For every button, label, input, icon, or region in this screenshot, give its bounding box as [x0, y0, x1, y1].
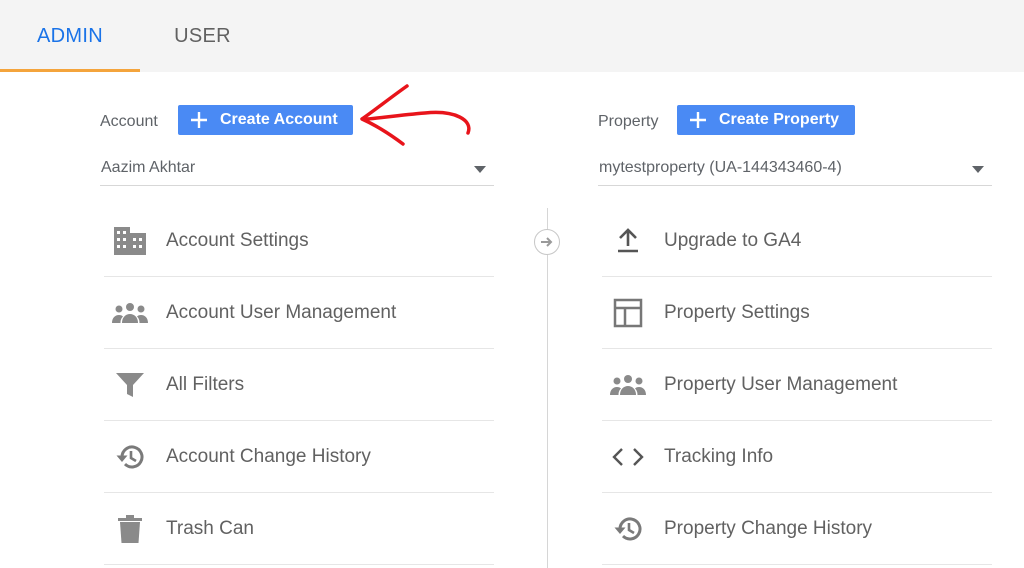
create-property-button[interactable]: Create Property — [677, 105, 855, 135]
menu-item-label: Account User Management — [166, 301, 397, 323]
menu-item-label: Property Settings — [664, 301, 810, 323]
upload-icon — [610, 223, 646, 259]
property-user-management-item[interactable]: Property User Management — [602, 349, 992, 421]
account-selector[interactable]: Aazim Akhtar — [100, 156, 494, 186]
property-change-history-item[interactable]: Property Change History — [602, 493, 992, 565]
menu-item-label: Trash Can — [166, 517, 254, 539]
create-account-label: Create Account — [220, 111, 338, 128]
all-filters-item[interactable]: All Filters — [104, 349, 494, 421]
arrow-right-circle-icon[interactable] — [534, 229, 560, 255]
property-settings-item[interactable]: Property Settings — [602, 277, 992, 349]
layout-icon — [610, 295, 646, 331]
column-divider — [547, 208, 548, 568]
property-header-label: Property — [598, 113, 659, 130]
menu-item-label: Property User Management — [664, 373, 898, 395]
history-icon — [112, 439, 148, 475]
tab-user[interactable]: USER — [140, 0, 265, 72]
code-icon — [610, 439, 646, 475]
menu-item-label: Account Change History — [166, 445, 371, 467]
chevron-down-icon — [474, 166, 486, 173]
account-menu: Account Settings Account User Management… — [104, 205, 494, 565]
account-user-management-item[interactable]: Account User Management — [104, 277, 494, 349]
account-change-history-item[interactable]: Account Change History — [104, 421, 494, 493]
create-property-label: Create Property — [719, 111, 840, 128]
menu-item-label: All Filters — [166, 373, 245, 395]
building-icon — [112, 223, 148, 259]
menu-item-label: Property Change History — [664, 517, 873, 539]
tracking-info-item[interactable]: Tracking Info — [602, 421, 992, 493]
property-selected-value: mytestproperty (UA-144343460-4) — [599, 159, 842, 176]
account-settings-item[interactable]: Account Settings — [104, 205, 494, 277]
account-selected-value: Aazim Akhtar — [101, 159, 196, 176]
menu-item-label: Upgrade to GA4 — [664, 229, 802, 251]
menu-item-label: Tracking Info — [664, 445, 774, 467]
trash-can-item[interactable]: Trash Can — [104, 493, 494, 565]
tab-admin[interactable]: ADMIN — [0, 0, 140, 72]
plus-icon — [690, 112, 706, 128]
history-icon — [610, 511, 646, 547]
menu-item-label: Account Settings — [166, 229, 309, 251]
upgrade-to-ga4-item[interactable]: Upgrade to GA4 — [602, 205, 992, 277]
filter-icon — [112, 367, 148, 403]
property-column: Property Create Property mytestproperty … — [598, 72, 992, 568]
trash-icon — [112, 511, 148, 547]
tab-bar: ADMIN USER — [0, 0, 1024, 72]
people-icon — [610, 367, 646, 403]
property-selector[interactable]: mytestproperty (UA-144343460-4) — [598, 156, 992, 186]
property-menu: Upgrade to GA4 Property Settings Propert… — [602, 205, 992, 565]
create-account-button[interactable]: Create Account — [178, 105, 353, 135]
plus-icon — [191, 112, 207, 128]
account-column: Account Create Account Aazim Akhtar Acco… — [100, 72, 494, 568]
account-header-label: Account — [100, 113, 158, 130]
people-icon — [112, 295, 148, 331]
chevron-down-icon — [972, 166, 984, 173]
